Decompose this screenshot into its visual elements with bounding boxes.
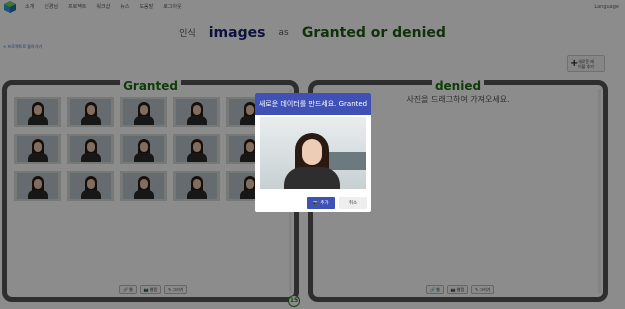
dialog-title: 새로운 데이터를 만드세요. Granted	[255, 93, 371, 115]
add-button-label: 추가	[320, 201, 329, 206]
webcam-preview	[260, 117, 366, 189]
camera-icon: 📷	[313, 200, 321, 206]
add-button[interactable]: 📷 추가	[307, 197, 335, 209]
cancel-button[interactable]: 취소	[339, 197, 367, 209]
webcam-dialog: 새로운 데이터를 만드세요. Granted 📷 추가 취소	[255, 93, 371, 212]
